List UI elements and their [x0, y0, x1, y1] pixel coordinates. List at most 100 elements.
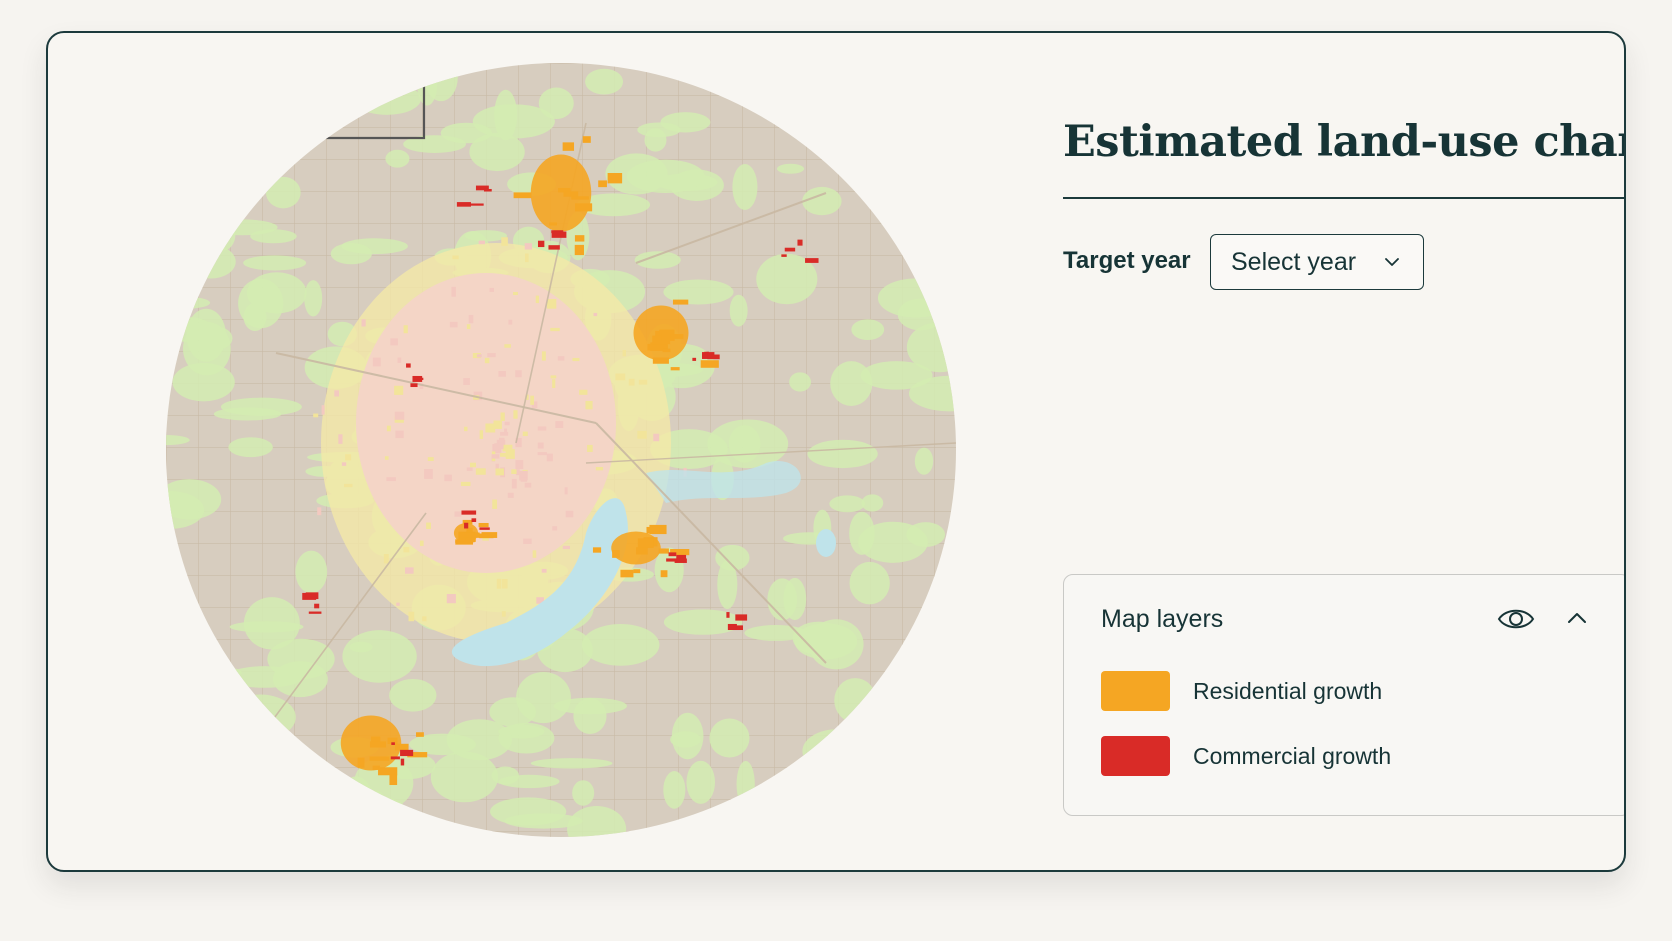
commercial-growth-parcel: [781, 254, 787, 257]
urban-block: [317, 507, 322, 516]
urban-block: [489, 287, 495, 292]
vegetation-patch: [207, 219, 278, 236]
urban-block: [390, 338, 398, 346]
vegetation-patch: [342, 630, 417, 683]
urban-block: [394, 385, 404, 395]
residential-growth-parcel: [592, 547, 602, 553]
urban-block: [505, 449, 515, 459]
urban-block: [345, 454, 352, 461]
urban-block: [579, 389, 588, 395]
vegetation-patch: [166, 809, 199, 831]
land-use-map[interactable]: [166, 63, 956, 837]
urban-block: [550, 327, 560, 332]
chevron-down-icon: [1385, 258, 1399, 266]
residential-growth-parcel: [575, 203, 593, 212]
urban-block: [468, 314, 474, 324]
residential-growth-parcel: [416, 732, 424, 737]
vegetation-patch: [906, 522, 946, 547]
commercial-growth-parcel: [400, 749, 414, 757]
residential-growth-parcel: [357, 757, 365, 768]
commercial-growth-parcel: [483, 188, 492, 192]
urban-block: [515, 460, 524, 469]
vegetation-patch: [736, 760, 755, 808]
urban-block: [520, 477, 528, 482]
vegetation-patch: [265, 176, 301, 209]
urban-block: [383, 554, 389, 564]
commercial-growth-parcel: [412, 377, 424, 380]
residential-growth-parcel: [620, 569, 634, 578]
urban-block: [424, 469, 433, 479]
vegetation-patch: [581, 624, 660, 666]
urban-block: [525, 253, 529, 263]
urban-block: [419, 540, 424, 546]
vegetation-patch: [905, 636, 928, 661]
urban-block: [341, 462, 347, 466]
vegetation-patch: [166, 240, 189, 266]
vegetation-patch: [209, 218, 236, 251]
page-title: Estimated land-use change: [1063, 117, 1624, 167]
urban-block: [513, 292, 518, 296]
vegetation-patch: [889, 671, 956, 692]
urban-block: [593, 312, 598, 317]
vegetation-patch: [325, 780, 366, 809]
vegetation-patch: [166, 664, 242, 680]
commercial-growth-parcel: [400, 758, 405, 766]
commercial-growth-parcel: [461, 510, 477, 515]
residential-growth-parcel: [562, 142, 575, 151]
urban-block: [550, 375, 557, 379]
vegetation-patch: [330, 243, 372, 265]
commercial-growth-parcel: [391, 742, 395, 745]
urban-block: [555, 421, 564, 428]
urban-block: [372, 357, 381, 367]
vegetation-patch: [808, 785, 852, 818]
urban-block: [508, 319, 513, 325]
commercial-growth-parcel: [735, 614, 748, 621]
urban-block: [496, 578, 502, 589]
commercial-growth-parcel: [668, 552, 677, 557]
vegetation-patch: [261, 63, 335, 93]
eye-icon[interactable]: [1496, 603, 1536, 635]
vegetation-patch: [898, 120, 956, 134]
commercial-growth-parcel: [406, 363, 411, 368]
vegetation-patch: [349, 641, 373, 653]
urban-block: [343, 483, 353, 488]
residential-growth-parcel: [700, 360, 719, 368]
urban-block: [552, 379, 556, 389]
urban-block: [537, 452, 547, 456]
urban-block: [638, 379, 648, 385]
vegetation-patch: [802, 729, 874, 773]
vegetation-patch: [767, 70, 816, 94]
vegetation-patch: [295, 550, 328, 594]
commercial-growth-parcel: [726, 612, 730, 618]
vegetation-patch: [573, 697, 607, 735]
urban-block: [557, 356, 565, 361]
vegetation-patch: [246, 272, 307, 314]
urban-block: [444, 474, 452, 482]
pond: [816, 529, 836, 557]
vegetation-patch: [166, 162, 218, 203]
vegetation-patch: [732, 164, 758, 210]
commercial-growth-parcel: [784, 247, 796, 252]
urban-block: [496, 444, 504, 450]
urban-block: [361, 319, 366, 327]
urban-block: [546, 453, 553, 462]
urban-block: [452, 255, 459, 260]
vegetation-patch: [224, 694, 296, 740]
residential-growth-parcel: [574, 244, 584, 256]
urban-block: [524, 243, 533, 250]
urban-block: [615, 373, 626, 381]
vegetation-patch: [626, 159, 705, 194]
urban-block: [513, 410, 518, 419]
map-svg[interactable]: [166, 63, 956, 837]
vegetation-patch: [670, 731, 701, 748]
chevron-up-icon[interactable]: [1565, 606, 1589, 630]
urban-block: [501, 578, 508, 589]
urban-block: [422, 616, 427, 622]
residential-growth-parcel: [369, 741, 387, 748]
commercial-growth-parcel: [727, 623, 737, 630]
residential-growth-area: [611, 531, 661, 565]
vegetation-patch: [914, 447, 934, 475]
vegetation-patch: [585, 68, 624, 95]
target-year-select[interactable]: Select year: [1210, 234, 1424, 290]
legend-item-commercial: Commercial growth: [1101, 736, 1391, 776]
